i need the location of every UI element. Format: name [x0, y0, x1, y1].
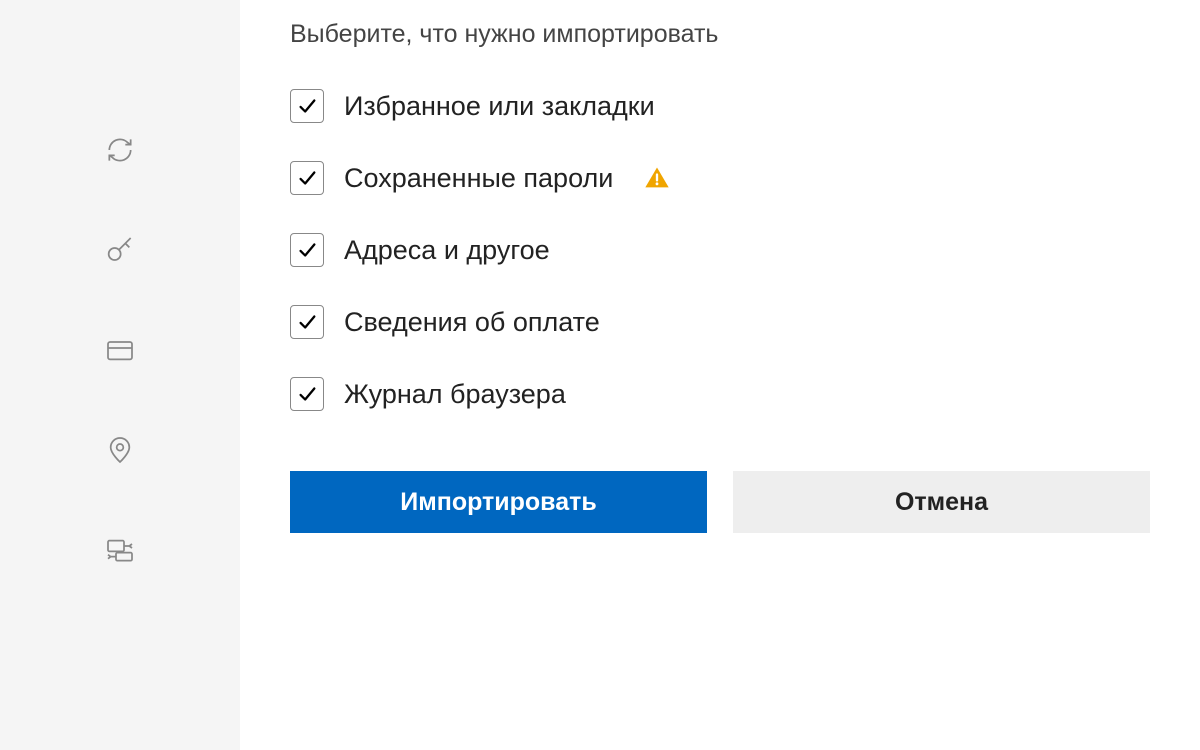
checkbox-list: Избранное или закладки Сохраненные парол… [290, 89, 1150, 411]
checkbox-addresses[interactable] [290, 233, 324, 267]
sidebar [0, 0, 240, 750]
button-row: Импортировать Отмена [290, 471, 1150, 533]
checkbox-payment[interactable] [290, 305, 324, 339]
option-favorites: Избранное или закладки [290, 89, 1150, 123]
connection-icon[interactable] [100, 530, 140, 570]
label-payment: Сведения об оплате [344, 307, 600, 338]
checkbox-favorites[interactable] [290, 89, 324, 123]
label-favorites: Избранное или закладки [344, 91, 655, 122]
label-passwords: Сохраненные пароли [344, 163, 613, 194]
option-history: Журнал браузера [290, 377, 1150, 411]
dialog-prompt: Выберите, что нужно импортировать [290, 20, 1150, 49]
label-history: Журнал браузера [344, 379, 566, 410]
option-addresses: Адреса и другое [290, 233, 1150, 267]
import-dialog: Выберите, что нужно импортировать Избран… [240, 0, 1200, 750]
cancel-button[interactable]: Отмена [733, 471, 1150, 533]
checkbox-passwords[interactable] [290, 161, 324, 195]
key-icon[interactable] [100, 230, 140, 270]
card-icon[interactable] [100, 330, 140, 370]
label-addresses: Адреса и другое [344, 235, 550, 266]
option-passwords: Сохраненные пароли [290, 161, 1150, 195]
sync-icon[interactable] [100, 130, 140, 170]
import-button[interactable]: Импортировать [290, 471, 707, 533]
checkbox-history[interactable] [290, 377, 324, 411]
location-icon[interactable] [100, 430, 140, 470]
warning-icon [643, 164, 671, 192]
option-payment: Сведения об оплате [290, 305, 1150, 339]
